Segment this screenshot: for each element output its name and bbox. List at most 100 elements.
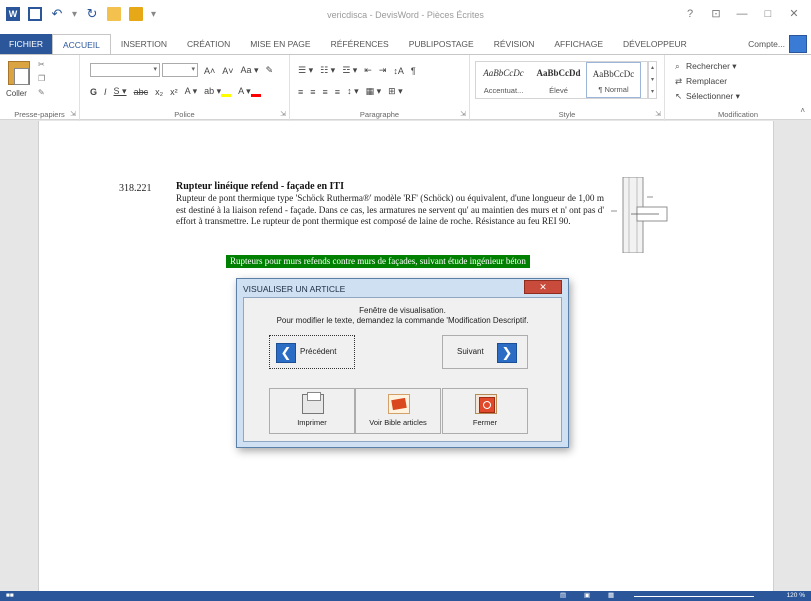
grow-font-button[interactable]: A˄ [204,66,215,76]
view-bible-label: Voir Bible articles [369,418,427,427]
align-left-button[interactable]: ≡ [298,87,303,97]
style-normal[interactable]: AaBbCcDc ¶ Normal [586,62,641,98]
font-name-combo[interactable]: ▾ [90,63,160,77]
dialog-client-area: Fenêtre de visualisation. Pour modifier … [243,297,562,442]
tab-mise-en-page[interactable]: MISE EN PAGE [240,34,320,54]
multilevel-list-button[interactable]: ☲ ▾ [342,65,357,76]
highlight-button[interactable]: ab ▾ [204,86,232,97]
superscript-button[interactable]: x² [170,87,178,97]
read-mode-icon[interactable]: ▤ [560,591,566,601]
zoom-level[interactable]: 120 % [787,591,805,601]
styles-gallery: AaBbCcDc Accentuat... AaBbCcDd Élevé AaB… [475,61,648,99]
tab-fichier[interactable]: FICHIER [0,34,52,54]
arrow-right-icon: ❯ [497,343,517,363]
ribbon-display-button[interactable]: ⊡ [703,6,729,22]
replace-button[interactable]: ⇄ Remplacer [675,76,727,87]
line-spacing-button[interactable]: ↕ ▾ [347,86,359,97]
minimize-button[interactable]: — [729,6,755,22]
dialog-close-button[interactable]: ✕ [524,280,562,294]
font-color-icon [250,94,261,97]
font-size-combo[interactable]: ▾ [162,63,198,77]
highlight-color-icon [221,94,232,97]
show-marks-button[interactable]: ¶ [411,66,416,76]
next-button[interactable]: Suivant ❯ [442,335,528,369]
style-sample-text: AaBbCcDc [483,68,524,78]
print-button[interactable]: Imprimer [269,388,355,434]
collapse-ribbon-icon[interactable]: ˄ [800,106,805,115]
green-banner-text: Rupteurs pour murs refends contre murs d… [226,255,530,268]
align-center-button[interactable]: ≡ [310,87,315,97]
copy-icon[interactable]: ❐ [38,75,48,83]
paste-button-label[interactable]: Coller [6,89,27,98]
zoom-slider[interactable] [634,596,754,597]
replace-label: Remplacer [686,76,728,86]
article-number: 318.221 [119,183,152,194]
text-effects-button[interactable]: A ▾ [185,86,198,97]
maximize-button[interactable]: □ [755,6,781,22]
styles-scroll[interactable]: ▴ ▾ ▾ [648,61,657,99]
next-label: Suivant [457,347,484,356]
view-bible-button[interactable]: Voir Bible articles [355,388,441,434]
clipboard-launcher-icon[interactable]: ⇲ [70,110,76,118]
subscript-button[interactable]: x₂ [155,87,163,97]
style-accentuation[interactable]: AaBbCcDc Accentuat... [476,62,531,98]
web-layout-icon[interactable]: ▦ [608,591,614,601]
select-button[interactable]: ↖ Sélectionner ▾ [675,91,740,102]
increase-indent-button[interactable]: ⇥ [379,65,387,76]
paragraph-launcher-icon[interactable]: ⇲ [460,110,466,118]
dialog-message-line-2: Pour modifier le texte, demandez la comm… [276,316,529,325]
previous-button[interactable]: ❮ Précédent [269,335,355,369]
paragraph-group-label: Paragraphe [359,110,400,119]
cut-icon[interactable]: ✂ [38,61,48,69]
borders-button[interactable]: ⊞ ▾ [388,86,403,97]
decrease-indent-button[interactable]: ⇤ [364,65,372,76]
styles-launcher-icon[interactable]: ⇲ [655,110,661,118]
find-button[interactable]: ⌕ Rechercher ▾ [675,61,737,72]
tab-creation[interactable]: CRÉATION [177,34,240,54]
format-painter-icon[interactable]: ✎ [38,89,48,97]
change-case-button[interactable]: Aa ▾ [241,65,259,76]
printer-icon [302,392,324,414]
tab-publipostage[interactable]: PUBLIPOSTAGE [399,34,484,54]
shading-button[interactable]: ▦ ▾ [366,86,382,97]
style-eleve[interactable]: AaBbCcDd Élevé [531,62,586,98]
font-row-1: A˄ A˅ Aa ▾ ✎ [204,65,273,76]
power-off-icon [475,394,497,414]
strikethrough-button[interactable]: abc [134,87,149,97]
underline-button[interactable]: S ▾ [114,86,127,97]
tab-accueil[interactable]: ACCUEIL [52,34,111,54]
tab-revision[interactable]: RÉVISION [484,34,545,54]
find-label: Rechercher ▾ [686,61,737,71]
tab-insertion[interactable]: INSERTION [111,34,177,54]
tab-developpeur[interactable]: DÉVELOPPEUR [613,34,697,54]
align-right-button[interactable]: ≡ [323,87,328,97]
editing-group-label: Modification [717,110,759,119]
help-button[interactable]: ? [677,6,703,22]
avatar[interactable] [789,35,807,53]
bold-button[interactable]: G [90,87,97,97]
tab-references[interactable]: RÉFÉRENCES [321,34,399,54]
paragraph-row-1: ☰ ▾ ☷ ▾ ☲ ▾ ⇤ ⇥ ↕A ¶ [298,65,416,76]
page-indicator[interactable]: ■■ [6,591,14,601]
sort-button[interactable]: ↕A [393,66,404,76]
account-area: Compte... [748,34,807,54]
previous-label: Précédent [300,347,337,356]
tab-affichage[interactable]: AFFICHAGE [544,34,613,54]
numbering-button[interactable]: ☷ ▾ [320,65,335,76]
style-name-text: Accentuat... [483,86,524,95]
bullets-button[interactable]: ☰ ▾ [298,65,313,76]
account-menu[interactable]: Compte... [748,39,785,49]
justify-button[interactable]: ≡ [335,87,340,97]
close-window-button[interactable]: ✕ [781,6,807,22]
print-layout-icon[interactable]: ▣ [584,591,590,601]
status-bar: ■■ ▤ ▣ ▦ 120 % [0,591,811,601]
font-color-button[interactable]: A ▾ [238,86,261,97]
paste-icon[interactable] [8,61,30,85]
font-launcher-icon[interactable]: ⇲ [280,110,286,118]
article-title: Rupteur linéique refend - façade en ITI [176,181,344,192]
italic-button[interactable]: I [104,87,107,97]
shrink-font-button[interactable]: A˅ [222,66,233,76]
close-dialog-button[interactable]: Fermer [442,388,528,434]
clear-format-button[interactable]: ✎ [266,65,274,76]
article-body: Rupteur de pont thermique type 'Schöck R… [176,193,604,227]
